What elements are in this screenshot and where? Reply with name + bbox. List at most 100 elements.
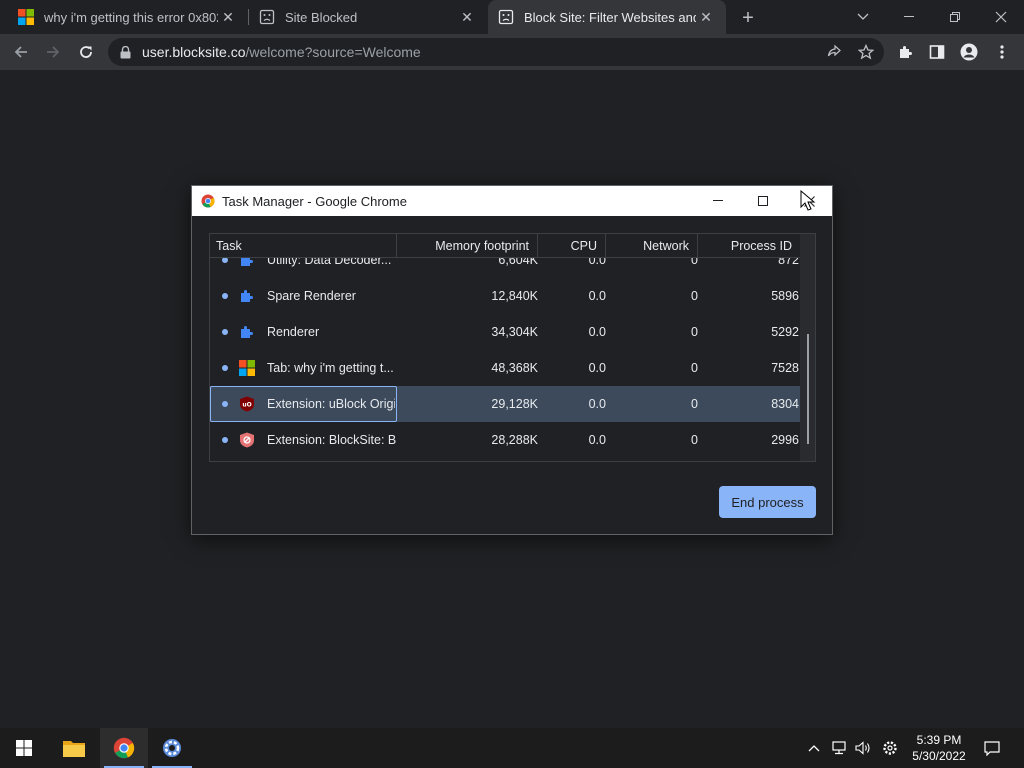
reload-icon[interactable] <box>73 39 99 65</box>
vertical-scrollbar[interactable] <box>800 234 815 461</box>
pid-cell: 5292 <box>771 325 799 339</box>
row-indicator-dot <box>222 365 228 371</box>
column-header-cpu[interactable]: CPU <box>538 234 606 258</box>
end-process-button[interactable]: End process <box>719 486 816 518</box>
close-icon[interactable]: ✕ <box>457 7 477 27</box>
column-header-network[interactable]: Network <box>606 234 698 258</box>
address-bar[interactable]: user.blocksite.co/welcome?source=Welcome <box>108 38 884 66</box>
settings-gear-icon[interactable] <box>879 728 901 768</box>
task-table[interactable]: Utility: Data Decoder... 6,604K 0.0 0 87… <box>209 233 816 462</box>
browser-toolbar: user.blocksite.co/welcome?source=Welcome <box>0 34 1024 70</box>
column-header-memory[interactable]: Memory footprint <box>397 234 538 258</box>
table-row[interactable]: Spare Renderer 12,840K 0.0 0 5896 <box>210 278 800 314</box>
table-row[interactable]: Renderer 34,304K 0.0 0 5292 <box>210 314 800 350</box>
microsoft-logo-icon <box>239 360 255 376</box>
puzzle-piece-icon <box>239 324 255 340</box>
minimize-icon[interactable] <box>695 186 741 216</box>
table-row[interactable]: Extension: BlockSite: B... 28,288K 0.0 0… <box>210 422 800 458</box>
tab-site-blocked[interactable]: Site Blocked ✕ <box>249 0 487 34</box>
memory-cell: 48,368K <box>491 361 538 375</box>
browser-tab-strip: why i'm getting this error 0x80246019 ✕ … <box>0 0 1024 34</box>
lock-icon[interactable] <box>120 45 132 59</box>
task-name: Extension: uBlock Origin <box>267 397 395 411</box>
table-row-selected[interactable]: uO Extension: uBlock Origin 29,128K 0.0 … <box>210 386 800 422</box>
bookmark-star-icon[interactable] <box>856 43 876 61</box>
close-icon[interactable]: ✕ <box>696 7 716 27</box>
more-menu-icon[interactable] <box>989 39 1015 65</box>
microsoft-logo-icon <box>18 9 34 25</box>
network-icon[interactable] <box>828 728 850 768</box>
task-name: Tab: why i'm getting t... <box>267 361 394 375</box>
svg-text:uO: uO <box>242 402 251 409</box>
memory-cell: 29,128K <box>491 397 538 411</box>
blocksite-shield-icon <box>239 432 255 448</box>
sad-face-page-icon <box>498 9 514 25</box>
pid-cell: 2996 <box>771 433 799 447</box>
clock-date: 5/30/2022 <box>912 749 966 763</box>
scrollbar-thumb[interactable] <box>807 334 809 444</box>
file-explorer-icon[interactable] <box>50 728 98 768</box>
task-manager-dialog: Task Manager - Google Chrome Utility: Da… <box>191 185 833 535</box>
close-window-icon[interactable] <box>978 0 1024 34</box>
pid-cell: 5896 <box>771 289 799 303</box>
network-cell: 0 <box>691 325 698 339</box>
column-header-process-id[interactable]: Process ID <box>698 234 800 258</box>
column-header-task[interactable]: Task <box>210 234 397 258</box>
back-arrow-icon[interactable] <box>8 39 34 65</box>
row-indicator-dot <box>222 293 228 299</box>
row-indicator-dot <box>222 401 228 407</box>
new-tab-button[interactable]: + <box>737 7 759 29</box>
table-header: Task Memory footprint CPU Network Proces… <box>210 234 800 258</box>
network-cell: 0 <box>691 289 698 303</box>
cpu-cell: 0.0 <box>588 289 606 303</box>
row-indicator-dot <box>222 437 228 443</box>
dialog-title-bar[interactable]: Task Manager - Google Chrome <box>192 186 832 216</box>
chrome-icon[interactable] <box>100 728 148 768</box>
cpu-cell: 0.0 <box>588 325 606 339</box>
system-clock[interactable]: 5:39 PM 5/30/2022 <box>906 732 972 764</box>
cpu-cell: 0.0 <box>588 433 606 447</box>
show-hidden-icons-chevron-icon[interactable] <box>804 728 824 768</box>
notification-icon[interactable] <box>980 728 1004 768</box>
pid-cell: 8304 <box>771 397 799 411</box>
cpu-cell: 0.0 <box>588 361 606 375</box>
table-row[interactable]: Tab: why i'm getting t... 48,368K 0.0 0 … <box>210 350 800 386</box>
pid-cell: 7528 <box>771 361 799 375</box>
memory-cell: 28,288K <box>491 433 538 447</box>
tab-block-site[interactable]: Block Site: Filter Websites and Control … <box>488 0 726 34</box>
row-indicator-dot <box>222 329 228 335</box>
profile-avatar-icon[interactable] <box>956 39 982 65</box>
clock-time: 5:39 PM <box>916 733 962 747</box>
memory-cell: 12,840K <box>491 289 538 303</box>
tab-title: why i'm getting this error 0x80246019 <box>44 9 218 25</box>
cpu-cell: 0.0 <box>588 397 606 411</box>
url-path: /welcome?source=Welcome <box>245 44 421 60</box>
memory-cell: 34,304K <box>491 325 538 339</box>
forward-arrow-icon[interactable] <box>40 39 66 65</box>
url-host: user.blocksite.co <box>142 44 246 60</box>
restore-icon[interactable] <box>932 0 978 34</box>
tab-why-error[interactable]: why i'm getting this error 0x80246019 ✕ <box>0 0 248 34</box>
task-name: Spare Renderer <box>267 289 356 303</box>
sad-face-page-icon <box>259 9 275 25</box>
minimize-icon[interactable] <box>886 0 932 34</box>
extensions-puzzle-icon[interactable] <box>893 39 919 65</box>
side-panel-icon[interactable] <box>924 39 950 65</box>
maximize-icon[interactable] <box>740 186 786 216</box>
settings-icon[interactable] <box>148 728 196 768</box>
network-cell: 0 <box>691 433 698 447</box>
share-icon[interactable] <box>824 43 844 61</box>
close-icon[interactable]: ✕ <box>218 7 238 27</box>
task-name: Renderer <box>267 325 320 339</box>
dialog-title: Task Manager - Google Chrome <box>222 193 407 209</box>
network-cell: 0 <box>691 397 698 411</box>
tab-title: Site Blocked <box>285 9 358 25</box>
tab-search-icon[interactable] <box>840 0 886 34</box>
chrome-icon <box>201 194 215 208</box>
ublock-origin-icon: uO <box>239 396 255 412</box>
volume-icon[interactable] <box>852 728 874 768</box>
task-name: Extension: BlockSite: B... <box>267 433 397 447</box>
puzzle-piece-icon <box>239 288 255 304</box>
mouse-cursor-icon <box>800 189 816 212</box>
windows-start-icon[interactable] <box>0 728 48 768</box>
